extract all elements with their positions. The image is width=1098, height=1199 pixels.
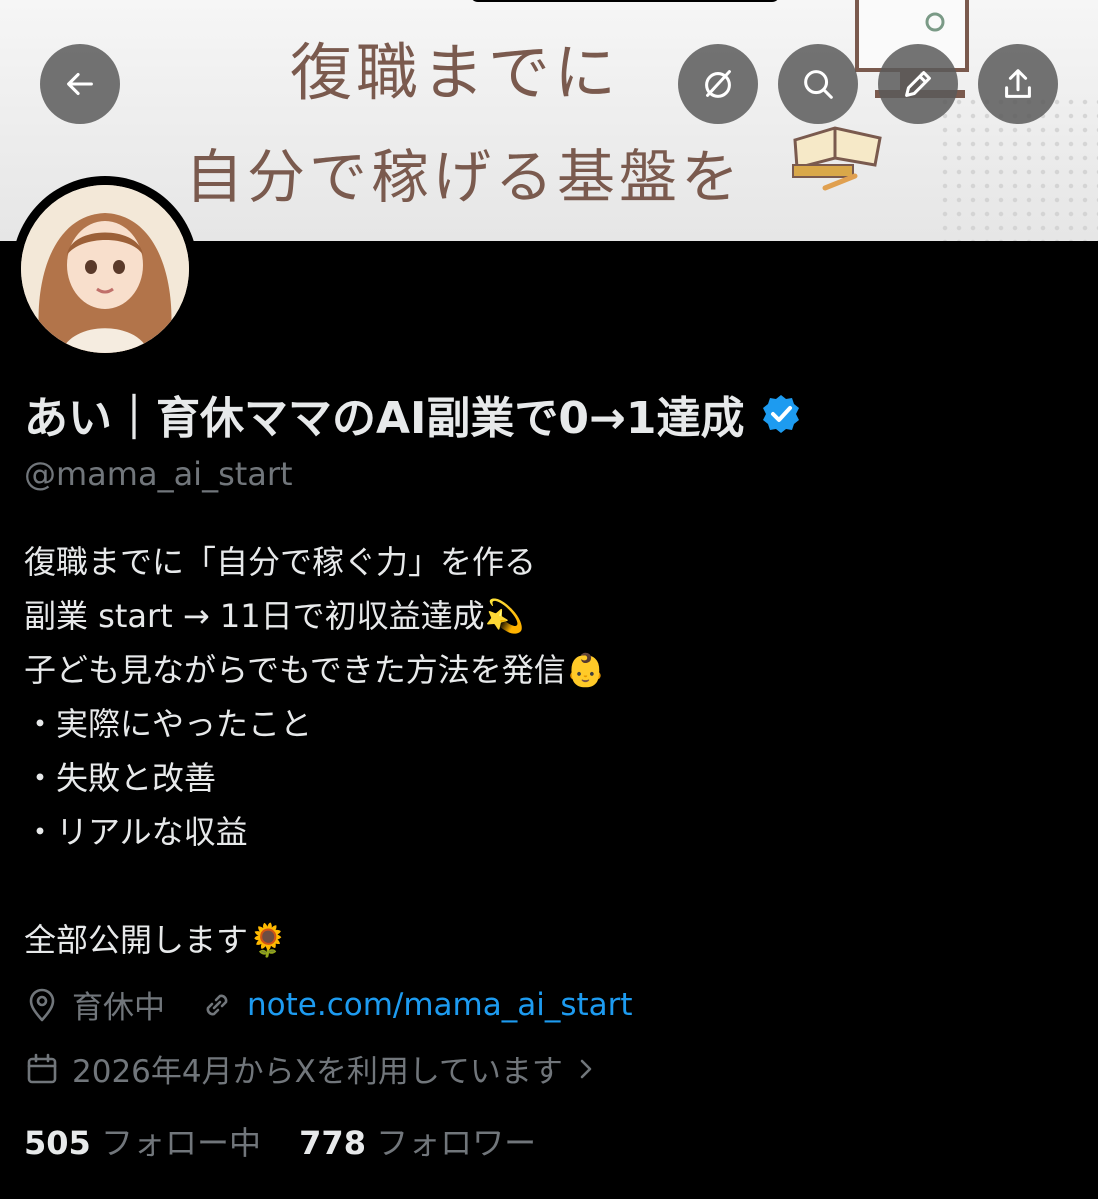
back-button[interactable] bbox=[40, 44, 120, 124]
toggle-button[interactable] bbox=[678, 44, 758, 124]
profile-name: あい｜育休ママのAI副業で0→1達成 bbox=[24, 393, 745, 444]
verified-badge-icon[interactable] bbox=[759, 392, 803, 436]
follow-stats: 505 フォロー中 778 フォロワー bbox=[24, 1118, 536, 1164]
chevron-right-icon bbox=[580, 1059, 592, 1078]
profile-meta-row: 育休中 note.com/mama_ai_start bbox=[24, 982, 633, 1027]
book-illustration bbox=[792, 126, 882, 191]
profile-bio: 復職までに「自分で稼ぐ力」を作る 副業 start → 11日で初収益達成💫 子… bbox=[24, 535, 606, 967]
share-icon bbox=[1005, 69, 1031, 98]
link-icon bbox=[206, 994, 228, 1015]
bio-line: ・実際にやったこと bbox=[24, 705, 313, 743]
joined-text: 2026年4月からXを利用しています bbox=[72, 1054, 563, 1090]
share-button[interactable] bbox=[978, 44, 1058, 124]
followers-count: 778 bbox=[299, 1124, 366, 1162]
following-label: フォロー中 bbox=[100, 1124, 261, 1162]
bio-line: 子ども見ながらでもできた方法を発信👶 bbox=[24, 651, 606, 689]
arrow-left-icon bbox=[67, 72, 93, 96]
banner-text-line1: 復職までに bbox=[290, 36, 621, 109]
avatar-illustration bbox=[21, 185, 189, 353]
bio-line: 全部公開します🌻 bbox=[24, 921, 288, 959]
avatar bbox=[21, 185, 189, 353]
following-stat[interactable]: 505 フォロー中 bbox=[24, 1124, 271, 1162]
followers-label: フォロワー bbox=[376, 1124, 537, 1162]
location-pin-icon bbox=[29, 988, 55, 1021]
banner-text-line2: 自分で稼げる基盤を bbox=[185, 143, 744, 211]
profile-handle: @mama_ai_start bbox=[24, 455, 293, 493]
bio-line: ・失敗と改善 bbox=[24, 759, 217, 797]
bio-line: ・リアルな収益 bbox=[24, 813, 248, 851]
pencil-icon bbox=[905, 71, 931, 97]
followers-stat[interactable]: 778 フォロワー bbox=[299, 1124, 536, 1162]
calendar-icon bbox=[27, 1053, 57, 1083]
profile-name-row: あい｜育休ママのAI副業で0→1達成 bbox=[24, 382, 803, 446]
status-notch bbox=[470, 0, 780, 2]
joined-row[interactable]: 2026年4月からXを利用しています bbox=[24, 1046, 599, 1091]
search-button[interactable] bbox=[778, 44, 858, 124]
avatar-frame[interactable] bbox=[12, 176, 198, 362]
profile-url-link[interactable]: note.com/mama_ai_start bbox=[247, 987, 633, 1023]
following-count: 505 bbox=[24, 1124, 91, 1162]
bio-line: 復職までに「自分で稼ぐ力」を作る bbox=[24, 543, 537, 581]
location-text: 育休中 bbox=[72, 990, 165, 1026]
circle-slash-icon bbox=[705, 70, 731, 98]
bio-line bbox=[24, 859, 606, 913]
bio-line: 副業 start → 11日で初収益達成💫 bbox=[24, 597, 525, 635]
search-icon bbox=[804, 70, 833, 99]
edit-button[interactable] bbox=[878, 44, 958, 124]
